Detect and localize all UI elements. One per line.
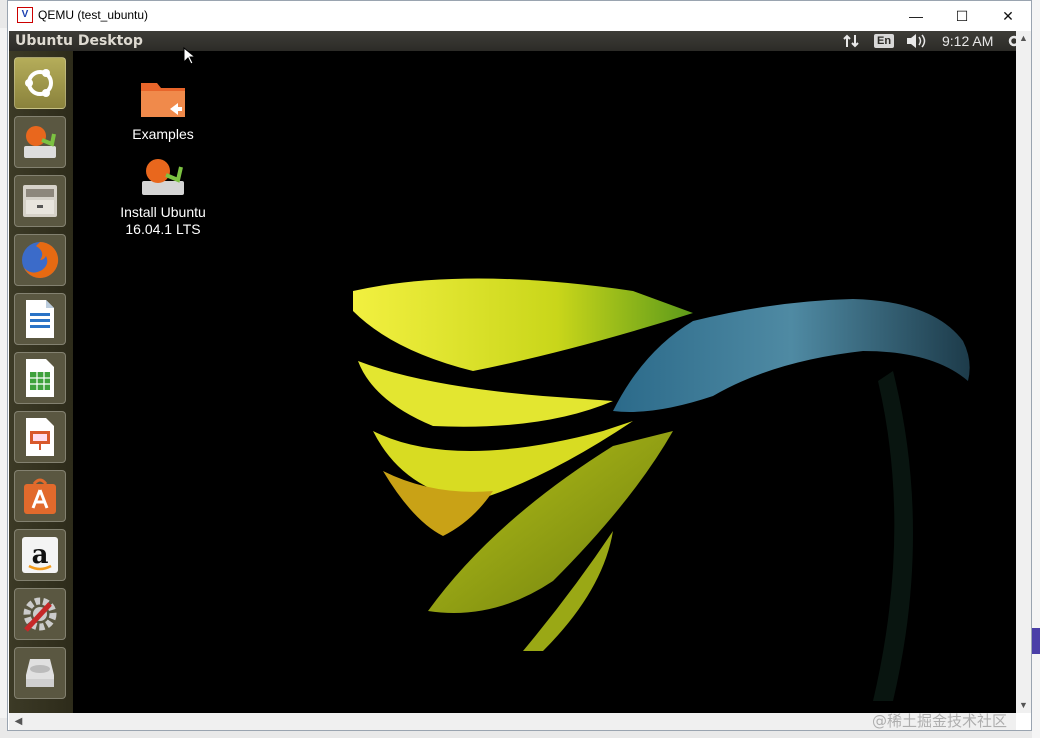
language-code: En [874, 34, 895, 48]
guest-screen[interactable]: Ubuntu Desktop En 9:12 AM a Examples Ins… [9, 31, 1016, 713]
install-ubuntu-icon[interactable] [14, 116, 66, 168]
keyboard-language-indicator[interactable]: En [874, 31, 895, 51]
files-icon[interactable] [14, 175, 66, 227]
ubuntu-software-icon[interactable] [14, 470, 66, 522]
scroll-down-icon[interactable]: ▼ [1016, 698, 1031, 713]
unity-launcher: a [9, 51, 73, 713]
examples-label: Examples [132, 126, 194, 142]
install-label-line2: 16.04.1 LTS [125, 221, 201, 237]
window-title: QEMU (test_ubuntu) [38, 8, 149, 22]
volume-icon[interactable] [905, 31, 927, 51]
amazon-icon[interactable]: a [14, 529, 66, 581]
libreoffice-impress-icon[interactable] [14, 411, 66, 463]
wallpaper-flower [353, 278, 970, 701]
host-taskbar-fragment [1032, 628, 1040, 654]
top-panel: Ubuntu Desktop En 9:12 AM [9, 31, 1016, 51]
svg-text:a: a [32, 540, 49, 570]
dash-home-icon[interactable] [14, 57, 66, 109]
scroll-up-icon[interactable]: ▲ [1016, 31, 1031, 46]
maximize-button[interactable]: ☐ [939, 1, 985, 31]
close-button[interactable]: ✕ [985, 1, 1031, 31]
scroll-left-icon[interactable]: ◀ [11, 713, 26, 730]
mouse-cursor-icon [183, 47, 195, 65]
vertical-scrollbar[interactable]: ▲ ▼ [1016, 31, 1031, 713]
clock[interactable]: 9:12 AM [942, 31, 993, 51]
title-bar[interactable]: V QEMU (test_ubuntu) — ☐ ✕ [8, 1, 1031, 31]
qemu-app-icon[interactable]: V [17, 7, 33, 23]
install-label-line1: Install Ubuntu [120, 204, 206, 220]
session-gear-icon[interactable] [1007, 31, 1016, 51]
libreoffice-writer-icon[interactable] [14, 293, 66, 345]
folder-icon [141, 83, 185, 117]
desktop-install-ubuntu[interactable]: Install Ubuntu 16.04.1 LTS [103, 153, 223, 238]
panel-title: Ubuntu Desktop [15, 33, 143, 49]
horizontal-scrollbar[interactable]: ◀ [9, 713, 1016, 730]
network-indicator-icon[interactable] [843, 31, 859, 51]
host-edge [0, 28, 7, 718]
minimize-button[interactable]: — [893, 1, 939, 31]
watermark: @稀土掘金技术社区 [872, 712, 1008, 730]
libreoffice-calc-icon[interactable] [14, 352, 66, 404]
system-settings-icon[interactable] [14, 588, 66, 640]
qemu-window: V QEMU (test_ubuntu) — ☐ ✕ Ubuntu Deskto… [7, 0, 1032, 731]
disk-icon[interactable] [14, 647, 66, 699]
desktop-examples-folder[interactable]: Examples [103, 77, 223, 143]
firefox-icon[interactable] [14, 234, 66, 286]
install-ubuntu-icon [142, 159, 184, 195]
